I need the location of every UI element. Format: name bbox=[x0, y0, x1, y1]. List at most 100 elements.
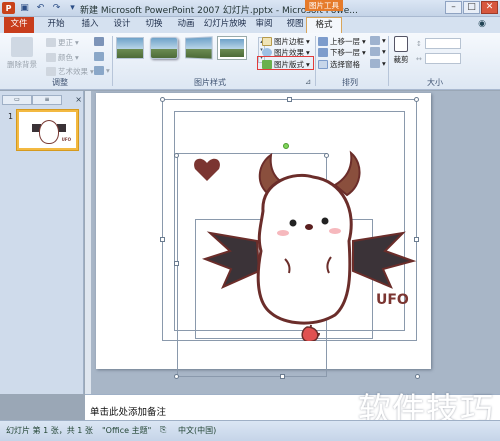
crop-label: 裁剪 bbox=[393, 55, 409, 64]
highlight-box bbox=[257, 56, 314, 70]
arrange-group-label: 排列 bbox=[342, 78, 358, 87]
tab-home[interactable]: 开始 bbox=[42, 17, 70, 33]
save-icon[interactable]: ▣ bbox=[18, 2, 31, 14]
resize-handle[interactable] bbox=[160, 237, 165, 242]
character-illustration[interactable] bbox=[185, 141, 425, 341]
tab-outline[interactable]: ≡ bbox=[32, 94, 62, 105]
corrections-button[interactable]: 更正 ▾ bbox=[46, 37, 79, 48]
left-blush bbox=[277, 230, 289, 236]
remove-background-button[interactable]: 删除背景 bbox=[4, 37, 40, 70]
tab-format[interactable]: 格式 bbox=[306, 17, 342, 33]
status-slide-info: 幻灯片 第 1 张，共 1 张 bbox=[6, 426, 93, 435]
resize-handle[interactable] bbox=[174, 153, 179, 158]
artistic-effects-label: 艺术效果 bbox=[58, 67, 88, 76]
remove-background-icon bbox=[11, 37, 33, 57]
picture-style-thumb[interactable] bbox=[217, 36, 247, 60]
picture-style-thumb[interactable] bbox=[116, 37, 144, 59]
minimize-button[interactable]: – bbox=[445, 1, 462, 14]
tab-review[interactable]: 审阅 bbox=[250, 17, 278, 33]
tab-animations[interactable]: 动画 bbox=[172, 17, 200, 33]
resize-handle[interactable] bbox=[280, 374, 285, 379]
width-field[interactable] bbox=[425, 53, 461, 64]
character-body bbox=[256, 173, 353, 325]
ribbon-tabs: 文件 开始 插入 设计 切换 动画 幻灯片放映 审阅 视图 格式 ◉ bbox=[0, 17, 500, 33]
resize-handle[interactable] bbox=[287, 97, 292, 102]
notes-placeholder: 单击此处添加备注 bbox=[90, 407, 167, 418]
right-wing bbox=[352, 231, 417, 289]
align-dropdown-icon: ▾ bbox=[382, 36, 386, 45]
compress-pictures-icon bbox=[94, 37, 104, 46]
resize-handle[interactable] bbox=[174, 261, 179, 266]
slide-thumbnail[interactable]: UFO bbox=[17, 110, 78, 150]
right-eye bbox=[321, 217, 329, 225]
corrections-icon bbox=[46, 38, 56, 47]
height-field[interactable] bbox=[425, 38, 461, 49]
status-language[interactable]: 中文(中国) bbox=[178, 425, 216, 436]
reset-picture-icon bbox=[94, 66, 104, 75]
tab-slides[interactable]: ▭ bbox=[2, 94, 32, 105]
ribbon: 删除背景 更正▾ 颜色▾ 艺术效果▾ ▾ 调整 ▴▾▾ 图片边框▾ 图片效果▾ … bbox=[0, 33, 500, 90]
group-objects-dropdown-icon: ▾ bbox=[382, 47, 386, 56]
picture-border-button[interactable]: 图片边框 ▾ bbox=[262, 36, 310, 47]
powerpoint-logo-icon[interactable]: P bbox=[2, 2, 15, 14]
height-icon: ↕ bbox=[416, 40, 422, 48]
adjust-group-label: 调整 bbox=[52, 78, 68, 87]
picture-style-thumb[interactable] bbox=[185, 36, 213, 60]
redo-icon[interactable]: ↷ bbox=[50, 2, 63, 14]
align-button[interactable]: ▾ bbox=[370, 36, 386, 45]
resize-handle[interactable] bbox=[414, 237, 419, 242]
picture-border-dropdown-icon: ▾ bbox=[306, 37, 310, 46]
tab-file[interactable]: 文件 bbox=[4, 17, 34, 33]
reset-picture-button[interactable]: ▾ bbox=[94, 66, 110, 75]
rotate-handle[interactable] bbox=[283, 143, 289, 149]
resize-handle[interactable] bbox=[160, 97, 165, 102]
resize-handle[interactable] bbox=[415, 374, 420, 379]
close-button[interactable]: ✕ bbox=[481, 1, 498, 14]
color-label: 颜色 bbox=[58, 53, 73, 62]
vertical-ruler bbox=[85, 91, 91, 394]
color-button[interactable]: 颜色 ▾ bbox=[46, 52, 79, 63]
ufo-text: UFO bbox=[376, 292, 409, 308]
picture-style-thumb[interactable] bbox=[150, 37, 178, 59]
spellcheck-icon[interactable]: ⎘ bbox=[160, 425, 166, 435]
maximize-button[interactable]: □ bbox=[463, 1, 480, 14]
artistic-effects-button[interactable]: 艺术效果 ▾ bbox=[46, 66, 94, 77]
help-icon[interactable]: ◉ bbox=[478, 19, 486, 29]
crop-button[interactable]: 裁剪 bbox=[390, 36, 412, 65]
color-icon bbox=[46, 53, 56, 62]
tail-tip bbox=[301, 326, 319, 341]
resize-handle[interactable] bbox=[414, 97, 419, 102]
width-icon: ↔ bbox=[416, 55, 422, 63]
picture-styles-group-label: 图片样式 bbox=[194, 78, 226, 87]
picture-tools-header: 图片工具 bbox=[305, 0, 343, 11]
tab-transitions[interactable]: 切换 bbox=[140, 17, 168, 33]
send-backward-dropdown-icon: ▾ bbox=[362, 48, 366, 57]
change-picture-button[interactable] bbox=[94, 52, 104, 61]
tab-design[interactable]: 设计 bbox=[108, 17, 136, 33]
group-objects-button[interactable]: ▾ bbox=[370, 47, 386, 56]
tab-view[interactable]: 视图 bbox=[281, 17, 309, 33]
align-icon bbox=[370, 36, 380, 45]
send-backward-icon bbox=[318, 48, 328, 57]
group-separator bbox=[112, 36, 113, 86]
bring-forward-button[interactable]: 上移一层 ▾ bbox=[318, 36, 366, 47]
dialog-launcher-icon[interactable]: ⊿ bbox=[305, 77, 311, 86]
size-group-label: 大小 bbox=[427, 78, 443, 87]
panel-tabs: ▭ ≡ × bbox=[2, 94, 82, 105]
selection-pane-button[interactable]: 选择窗格 bbox=[318, 59, 360, 70]
tab-insert[interactable]: 插入 bbox=[76, 17, 104, 33]
bring-forward-label: 上移一层 bbox=[330, 37, 360, 46]
color-dropdown-icon: ▾ bbox=[75, 53, 79, 62]
status-theme[interactable]: "Office 主题" bbox=[102, 425, 151, 436]
resize-handle[interactable] bbox=[174, 374, 179, 379]
resize-handle[interactable] bbox=[324, 153, 329, 158]
tab-slideshow[interactable]: 幻灯片放映 bbox=[202, 17, 248, 33]
slide-number: 1 bbox=[8, 112, 14, 121]
undo-icon[interactable]: ↶ bbox=[34, 2, 47, 14]
compress-pictures-button[interactable] bbox=[94, 37, 104, 46]
left-eye bbox=[289, 219, 297, 227]
rotate-button[interactable]: ▾ bbox=[370, 59, 386, 68]
panel-close-icon[interactable]: × bbox=[75, 95, 82, 104]
send-backward-button[interactable]: 下移一层 ▾ bbox=[318, 47, 366, 58]
customize-toolbar-icon[interactable]: ▾ bbox=[66, 2, 79, 14]
